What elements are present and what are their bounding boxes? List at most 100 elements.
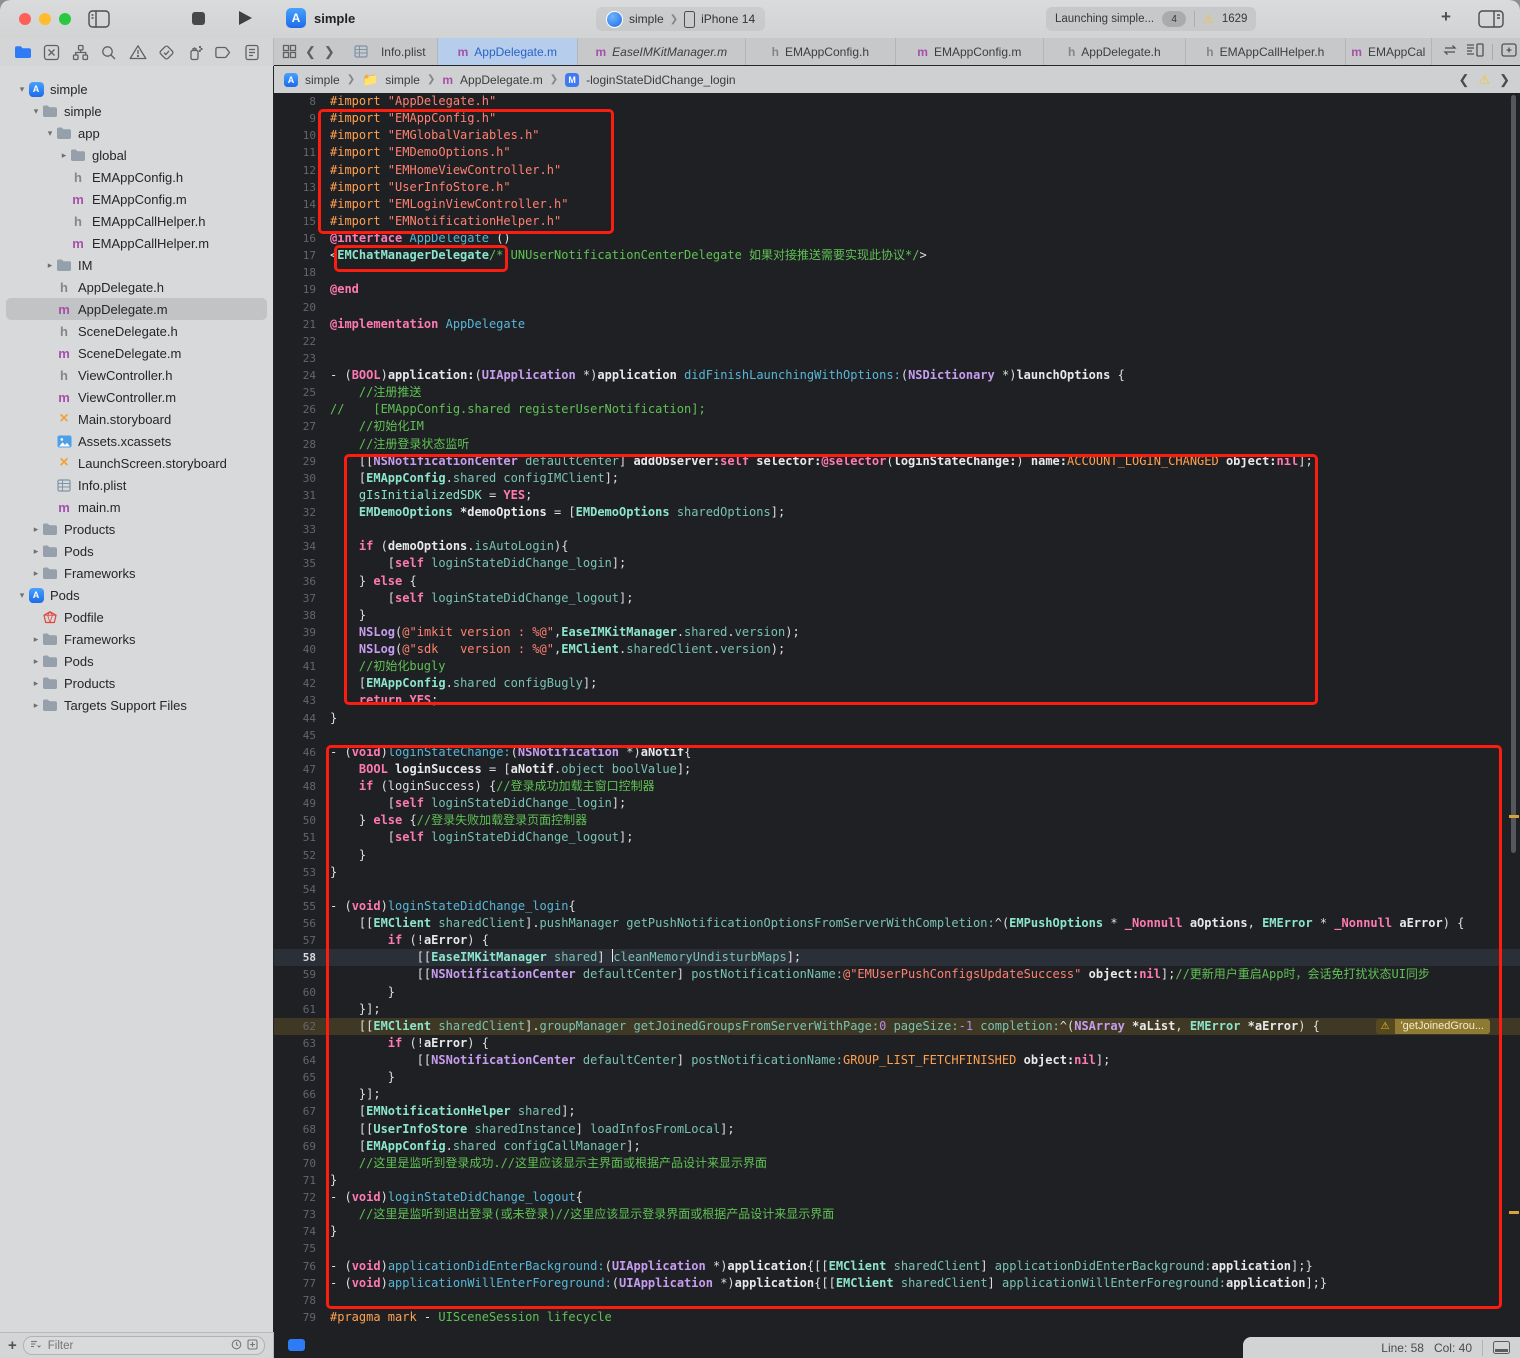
sidebar-file-row[interactable]: ▸ Frameworks xyxy=(0,628,273,650)
add-editor-icon[interactable] xyxy=(1501,43,1517,60)
tab-EaseIMKitManager.m[interactable]: m EaseIMKitManager.m xyxy=(578,38,746,65)
code-line[interactable]: 29 [[NSNotificationCenter defaultCenter]… xyxy=(274,453,1520,470)
sidebar-file-row[interactable]: ▸ Products xyxy=(0,672,273,694)
code-line[interactable]: 53} xyxy=(274,864,1520,881)
minimize-window-icon[interactable] xyxy=(39,13,51,25)
sidebar-file-row[interactable]: h AppDelegate.h xyxy=(0,276,273,298)
code-line[interactable]: 26// [EMAppConfig.shared registerUserNot… xyxy=(274,401,1520,418)
disclosure-chevron-icon[interactable]: ▸ xyxy=(58,150,70,161)
recent-files-icon[interactable] xyxy=(231,1339,242,1353)
disclosure-chevron-icon[interactable]: ▸ xyxy=(30,568,42,579)
code-line[interactable]: 16 @interface AppDelegate () xyxy=(274,230,1520,247)
code-line[interactable]: 23 xyxy=(274,350,1520,367)
sidebar-file-row[interactable]: h SceneDelegate.h xyxy=(0,320,273,342)
sidebar-file-row[interactable]: ▸ global xyxy=(0,144,273,166)
sidebar-file-row[interactable]: m EMAppCallHelper.m xyxy=(0,232,273,254)
find-navigator-icon[interactable] xyxy=(98,41,120,63)
source-control-navigator-icon[interactable] xyxy=(41,41,63,63)
inline-warning-chip[interactable]: ⚠'getJoinedGrou... xyxy=(1375,1018,1490,1034)
code-line[interactable]: 40 NSLog(@"sdk version : %@", EMClient. sh… xyxy=(274,641,1520,658)
sidebar-file-row[interactable]: ▸ IM xyxy=(0,254,273,276)
code-line[interactable]: 74} xyxy=(274,1223,1520,1240)
sidebar-file-row[interactable]: ▸ Products xyxy=(0,518,273,540)
breadcrumb-project[interactable]: simple xyxy=(305,73,340,87)
disclosure-chevron-icon[interactable]: ▸ xyxy=(30,524,42,535)
code-line[interactable]: 8 #import "AppDelegate.h" xyxy=(274,93,1520,110)
sidebar-file-row[interactable]: m ViewController.m xyxy=(0,386,273,408)
forward-icon[interactable]: ❯ xyxy=(321,44,338,60)
sidebar-file-row[interactable]: Assets.xcassets xyxy=(0,430,273,452)
code-line[interactable]: 60 } xyxy=(274,984,1520,1001)
code-line[interactable]: 32 EMDemoOptions *demoOptions = [EMDemoO… xyxy=(274,504,1520,521)
sidebar-file-row[interactable]: h ViewController.h xyxy=(0,364,273,386)
disclosure-chevron-icon[interactable]: ▸ xyxy=(30,678,42,689)
code-line[interactable]: 67 [EMNotificationHelper shared]; xyxy=(274,1103,1520,1120)
code-line[interactable]: 79 #pragma mark - UISceneSession lifecycl… xyxy=(274,1309,1520,1326)
code-line[interactable]: 66 }]; xyxy=(274,1086,1520,1103)
code-line[interactable]: 54 xyxy=(274,881,1520,898)
code-line[interactable]: 61 }]; xyxy=(274,1001,1520,1018)
run-destination[interactable]: iPhone 14 xyxy=(701,12,755,26)
code-line[interactable]: 77- (void) applicationWillEnterForeground… xyxy=(274,1275,1520,1292)
library-add-button[interactable]: + xyxy=(1441,7,1451,27)
tab-EMAppConfig.m[interactable]: m EMAppConfig.m xyxy=(896,38,1044,65)
editor-layout-button[interactable] xyxy=(1478,10,1504,33)
code-line[interactable]: 52 } xyxy=(274,847,1520,864)
code-line[interactable]: 57 if (! aError) { xyxy=(274,932,1520,949)
warning-count[interactable]: 1629 xyxy=(1222,13,1248,25)
code-line[interactable]: 65 } xyxy=(274,1069,1520,1086)
code-line[interactable]: 37 [self loginStateDidChange_logout]; xyxy=(274,590,1520,607)
next-issue-icon[interactable]: ❯ xyxy=(1499,72,1510,88)
code-line[interactable]: 41 //初始化bugly xyxy=(274,658,1520,675)
code-line[interactable]: 68 [[UserInfoStore sharedInstance] loadI… xyxy=(274,1121,1520,1138)
sidebar-file-row[interactable]: ▾ A Pods xyxy=(0,584,273,606)
tab-AppDelegate.m[interactable]: m AppDelegate.m xyxy=(437,38,578,65)
previous-issue-icon[interactable]: ❮ xyxy=(1459,72,1470,88)
report-navigator-icon[interactable] xyxy=(241,41,263,63)
back-icon[interactable]: ❮ xyxy=(302,44,319,60)
disclosure-chevron-icon[interactable]: ▾ xyxy=(16,590,28,601)
add-file-button[interactable]: + xyxy=(8,1337,17,1354)
code-line[interactable]: 64 [[NSNotificationCenter defaultCenter]… xyxy=(274,1052,1520,1069)
tab-EMAppCallHelper.h[interactable]: h EMAppCallHelper.h xyxy=(1186,38,1346,65)
code-line[interactable]: 18 xyxy=(274,264,1520,281)
code-line[interactable]: 47 BOOL loginSuccess = [aNotif. object bo… xyxy=(274,761,1520,778)
debug-area-toggle-icon[interactable] xyxy=(1493,1341,1510,1354)
disclosure-chevron-icon[interactable]: ▸ xyxy=(30,700,42,711)
sidebar-file-row[interactable]: × Main.storyboard xyxy=(0,408,273,430)
code-line[interactable]: 43 return YES; xyxy=(274,692,1520,709)
code-line[interactable]: 73 //这里是监听到退出登录(或未登录)//这里应该显示登录界面或根据产品设计… xyxy=(274,1206,1520,1223)
tab-AppDelegate.h[interactable]: h AppDelegate.h xyxy=(1044,38,1186,65)
code-line[interactable]: 14 #import "EMLoginViewController.h" xyxy=(274,196,1520,213)
tab-overview-icon[interactable] xyxy=(278,41,300,63)
breadcrumb-symbol[interactable]: -loginStateDidChange_login xyxy=(586,73,735,87)
code-line[interactable]: 20 xyxy=(274,299,1520,316)
code-line[interactable]: 76- (void) applicationDidEnterBackground:… xyxy=(274,1258,1520,1275)
sidebar-file-row[interactable]: h EMAppCallHelper.h xyxy=(0,210,273,232)
filter-field[interactable] xyxy=(22,1336,265,1355)
editor-scrollbar[interactable] xyxy=(1511,95,1516,853)
filter-input[interactable] xyxy=(45,1338,120,1353)
code-line[interactable]: 15 #import "EMNotificationHelper.h" xyxy=(274,213,1520,230)
sidebar-file-row[interactable]: ▸ Frameworks xyxy=(0,562,273,584)
code-line[interactable]: 56 [[EMClient sharedClient]. pushManager … xyxy=(274,915,1520,932)
code-line[interactable]: 51 [self loginStateDidChange_logout]; xyxy=(274,829,1520,846)
code-line[interactable]: 48 if (loginSuccess) {//登录成功加载主窗口控制器 xyxy=(274,778,1520,795)
code-line[interactable]: 10 #import "EMGlobalVariables.h" xyxy=(274,127,1520,144)
sidebar-file-row[interactable]: m main.m xyxy=(0,496,273,518)
code-line[interactable]: 36 } else { xyxy=(274,573,1520,590)
sidebar-file-row[interactable]: m SceneDelegate.m xyxy=(0,342,273,364)
sidebar-file-row[interactable]: ▾ app xyxy=(0,122,273,144)
minimap-icon[interactable] xyxy=(1466,43,1484,60)
code-line[interactable]: 33 xyxy=(274,521,1520,538)
symbol-navigator-icon[interactable] xyxy=(69,41,91,63)
code-line[interactable]: 50 } else {//登录失败加载登录页面控制器 xyxy=(274,812,1520,829)
source-control-status-icon[interactable] xyxy=(247,1338,258,1353)
code-line[interactable]: 38 } xyxy=(274,607,1520,624)
code-line[interactable]: 9 #import "EMAppConfig.h" xyxy=(274,110,1520,127)
sidebar-file-row[interactable]: ▸ Pods xyxy=(0,650,273,672)
stop-button[interactable] xyxy=(192,12,205,25)
tab-EMAppCal[interactable]: m EMAppCal xyxy=(1346,38,1432,65)
breadcrumb-file[interactable]: AppDelegate.m xyxy=(460,73,543,87)
source-editor[interactable]: 8 #import "AppDelegate.h" 9 #import "EMAppC… xyxy=(274,93,1520,1326)
